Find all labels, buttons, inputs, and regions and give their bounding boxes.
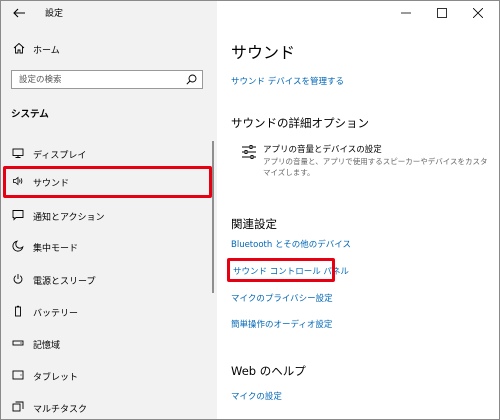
sidebar-item-label: ディスプレイ (33, 151, 87, 161)
sidebar-item-label: マルチタスク (33, 405, 88, 415)
sidebar-item-home[interactable]: ホーム (1, 39, 217, 59)
sidebar-item-label: タブレット (33, 373, 79, 383)
search-box[interactable] (11, 70, 203, 89)
search-input[interactable] (12, 71, 182, 88)
sidebar-item-label: 電源とスリープ (33, 277, 96, 287)
sidebar-scrollbar[interactable] (212, 141, 214, 293)
sidebar-item-label: 集中モード (33, 244, 79, 254)
minimize-button[interactable] (391, 1, 421, 25)
section-heading-system: システム (11, 109, 49, 120)
sidebar-item-label: バッテリー (33, 309, 79, 319)
moon-icon (12, 240, 24, 252)
home-label: ホーム (33, 46, 60, 56)
sidebar-item-notifications[interactable]: 通知とアクション (1, 201, 217, 231)
sidebar-item-label: サウンド (33, 179, 70, 189)
sidebar-item-tablet[interactable]: タブレット (1, 361, 217, 391)
maximize-icon (437, 8, 447, 18)
power-icon (13, 274, 23, 284)
settings-window: 設定 ホーム システム ディスプレイ (0, 0, 500, 420)
search-icon[interactable] (186, 74, 197, 85)
selection-indicator (3, 174, 6, 190)
bluetooth-devices-link[interactable]: Bluetooth とその他のデバイス (231, 238, 351, 250)
sidebar-item-battery[interactable]: バッテリー (1, 297, 217, 327)
storage-icon (12, 340, 24, 346)
advanced-options-heading: サウンドの詳細オプション (231, 116, 369, 130)
display-icon (12, 148, 24, 158)
back-arrow-icon[interactable] (12, 6, 26, 20)
page-title: サウンド (231, 43, 296, 62)
multitask-icon (12, 401, 24, 412)
microphone-setup-link[interactable]: マイクの設定 (231, 390, 282, 402)
app-volume-settings-link[interactable]: アプリの音量とデバイスの設定 (263, 143, 382, 155)
sidebar: 設定 ホーム システム ディスプレイ (1, 1, 217, 419)
app-volume-settings-description: アプリの音量と、アプリで使用するスピーカーやデバイスをカスタマイズします。 (263, 157, 488, 177)
notification-icon (12, 210, 24, 221)
sidebar-item-sound[interactable]: サウンド (1, 167, 217, 197)
battery-icon (15, 305, 21, 317)
sliders-icon (242, 145, 256, 159)
sidebar-item-multitasking[interactable]: マルチタスク (1, 393, 217, 419)
related-settings-heading: 関連設定 (231, 217, 277, 231)
manage-sound-devices-link[interactable]: サウンド デバイスを管理する (231, 75, 344, 87)
title-bar: 設定 (1, 1, 217, 25)
home-icon (13, 42, 25, 54)
speaker-icon (13, 176, 23, 186)
close-button[interactable] (463, 1, 493, 25)
web-help-heading: Web のヘルプ (231, 364, 306, 378)
sound-control-panel-link[interactable]: サウンド コントロール パネル (233, 265, 349, 277)
accessibility-audio-link[interactable]: 簡単操作のオーディオ設定 (231, 318, 332, 330)
close-icon (473, 8, 483, 18)
sidebar-item-display[interactable]: ディスプレイ (1, 139, 217, 169)
main-panel: サウンド サウンド デバイスを管理する サウンドの詳細オプション アプリの音量と… (217, 1, 499, 419)
minimize-icon (401, 12, 411, 14)
microphone-privacy-link[interactable]: マイクのプライバシー設定 (231, 292, 333, 304)
window-controls (391, 1, 499, 25)
sidebar-item-storage[interactable]: 記憶域 (1, 329, 217, 359)
window-title: 設定 (45, 9, 64, 19)
sidebar-item-label: 通知とアクション (33, 213, 105, 223)
sidebar-item-power[interactable]: 電源とスリープ (1, 265, 217, 295)
tablet-icon (12, 370, 24, 380)
sidebar-item-focus[interactable]: 集中モード (1, 232, 217, 262)
maximize-button[interactable] (427, 1, 457, 25)
sidebar-item-label: 記憶域 (33, 341, 61, 351)
